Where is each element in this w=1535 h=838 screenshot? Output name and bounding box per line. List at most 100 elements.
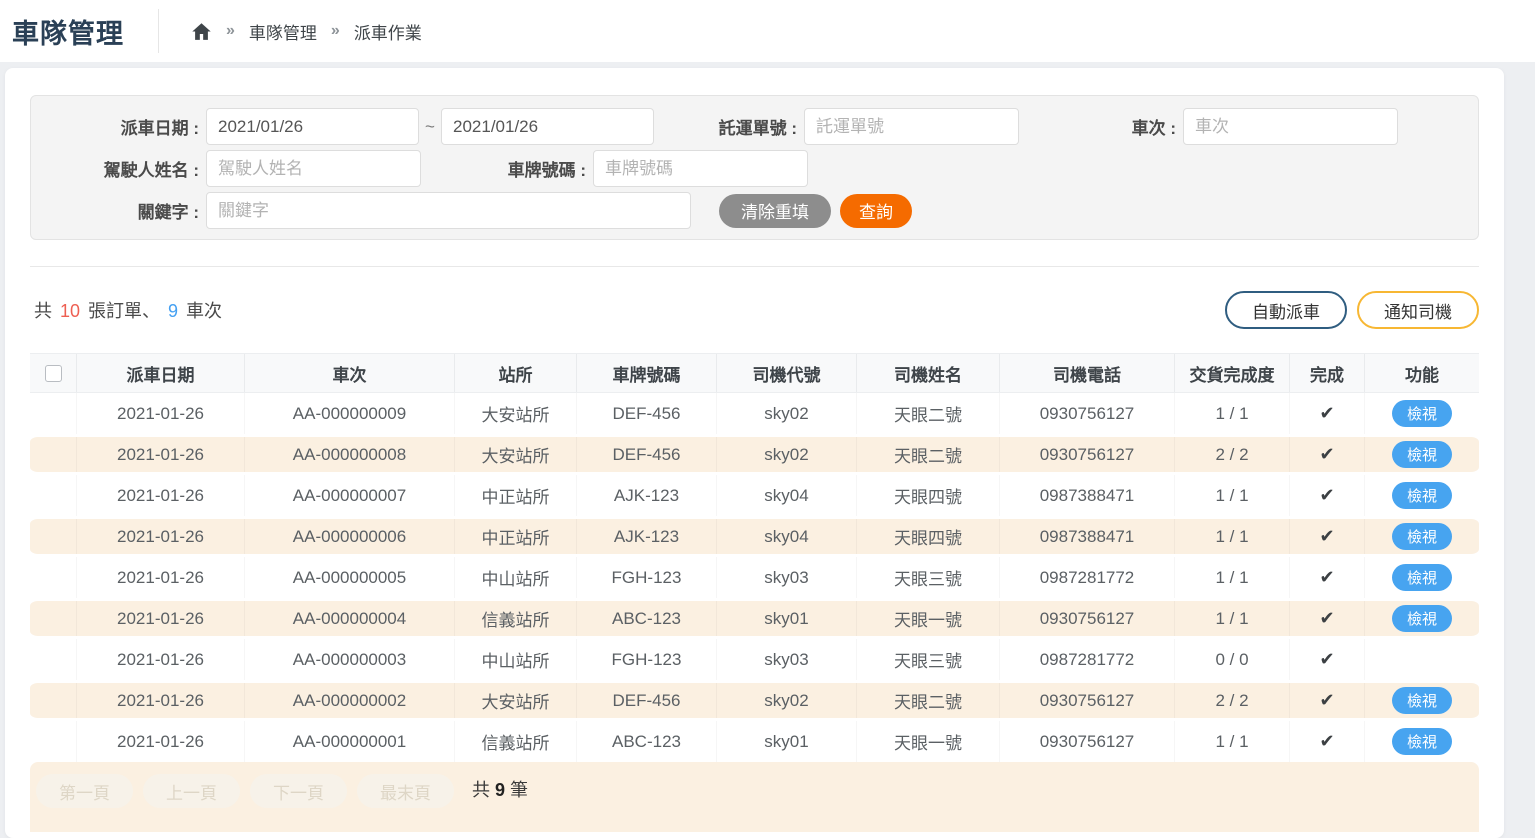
driver-code-cell: sky02	[717, 393, 857, 434]
trip-no-cell: AA-000000009	[245, 393, 455, 434]
header-plate-no: 車牌號碼	[577, 354, 717, 392]
trip-no-cell: AA-000000001	[245, 721, 455, 762]
dispatch-date-cell: 2021-01-26	[77, 393, 245, 434]
prev-page-button[interactable]: 上一頁	[143, 774, 240, 808]
table-row: 2021-01-26 AA-000000008 大安站所 DEF-456 sky…	[30, 434, 1479, 475]
check-icon: ✔	[1319, 649, 1334, 670]
notify-driver-button[interactable]: 通知司機	[1357, 291, 1479, 329]
view-button[interactable]: 檢視	[1392, 564, 1452, 591]
completion-cell: 2 / 2	[1175, 683, 1290, 718]
date-range-tilde: ~	[419, 117, 441, 137]
row-select-cell	[30, 475, 77, 516]
table-row: 2021-01-26 AA-000000006 中正站所 AJK-123 sky…	[30, 516, 1479, 557]
table-row: 2021-01-26 AA-000000005 中山站所 FGH-123 sky…	[30, 557, 1479, 598]
driver-code-cell: sky02	[717, 683, 857, 718]
dispatch-date-cell: 2021-01-26	[77, 557, 245, 598]
header-dispatch-date: 派車日期	[77, 354, 245, 392]
page-title: 車隊管理	[12, 12, 124, 51]
view-button[interactable]: 檢視	[1392, 605, 1452, 632]
driver-phone-cell: 0930756127	[1000, 683, 1175, 718]
breadcrumb-item-fleet[interactable]: 車隊管理	[249, 19, 317, 44]
driver-phone-cell: 0930756127	[1000, 393, 1175, 434]
driver-name-cell: 天眼二號	[857, 393, 1000, 434]
row-select-cell	[30, 601, 77, 636]
done-cell: ✔	[1290, 639, 1365, 680]
breadcrumb-item-dispatch: 派車作業	[354, 19, 422, 44]
plate-no-input[interactable]	[593, 150, 808, 187]
keyword-input[interactable]	[206, 192, 691, 229]
clear-button[interactable]: 清除重填	[719, 194, 831, 228]
dispatch-date-cell: 2021-01-26	[77, 601, 245, 636]
driver-name-input[interactable]	[206, 150, 421, 187]
trip-no-cell: AA-000000002	[245, 683, 455, 718]
header-driver-phone: 司機電話	[1000, 354, 1175, 392]
completion-cell: 0 / 0	[1175, 639, 1290, 680]
view-button[interactable]: 檢視	[1392, 728, 1452, 755]
completion-cell: 2 / 2	[1175, 437, 1290, 472]
station-cell: 中山站所	[455, 639, 577, 680]
view-button[interactable]: 檢視	[1392, 400, 1452, 427]
table-row: 2021-01-26 AA-000000003 中山站所 FGH-123 sky…	[30, 639, 1479, 680]
dispatch-date-from-input[interactable]	[206, 108, 419, 145]
action-cell: 檢視	[1365, 639, 1479, 680]
driver-name-cell: 天眼四號	[857, 519, 1000, 554]
table-row: 2021-01-26 AA-000000004 信義站所 ABC-123 sky…	[30, 598, 1479, 639]
driver-phone-cell: 0987388471	[1000, 475, 1175, 516]
dispatch-date-cell: 2021-01-26	[77, 683, 245, 718]
header-station: 站所	[455, 354, 577, 392]
done-cell: ✔	[1290, 683, 1365, 718]
check-icon: ✔	[1319, 731, 1334, 752]
row-select-cell	[30, 437, 77, 472]
done-cell: ✔	[1290, 393, 1365, 434]
done-cell: ✔	[1290, 437, 1365, 472]
driver-phone-cell: 0987388471	[1000, 519, 1175, 554]
pagination: 第一頁 上一頁 下一頁 最末頁 共9筆	[30, 762, 1479, 832]
dispatch-date-to-input[interactable]	[441, 108, 654, 145]
dispatch-date-cell: 2021-01-26	[77, 475, 245, 516]
row-select-cell	[30, 639, 77, 680]
plate-no-cell: DEF-456	[577, 437, 717, 472]
station-cell: 中山站所	[455, 557, 577, 598]
view-button[interactable]: 檢視	[1392, 482, 1452, 509]
view-button[interactable]: 檢視	[1392, 687, 1452, 714]
view-button[interactable]: 檢視	[1392, 441, 1452, 468]
auto-dispatch-button[interactable]: 自動派車	[1225, 291, 1347, 329]
search-button[interactable]: 查詢	[840, 194, 912, 228]
trip-no-input[interactable]	[1183, 108, 1398, 145]
row-select-cell	[30, 683, 77, 718]
main-card: 派車日期 : ~ 託運單號 : 車次 : 駕駛人姓名 : 車牌號碼 : 關鍵字 …	[5, 68, 1504, 838]
done-cell: ✔	[1290, 557, 1365, 598]
header-driver-name: 司機姓名	[857, 354, 1000, 392]
next-page-button[interactable]: 下一頁	[250, 774, 347, 808]
record-count: 9	[495, 780, 505, 800]
section-divider	[30, 266, 1479, 267]
first-page-button[interactable]: 第一頁	[36, 774, 133, 808]
station-cell: 中正站所	[455, 519, 577, 554]
action-cell: 檢視	[1365, 683, 1479, 718]
dispatch-date-cell: 2021-01-26	[77, 519, 245, 554]
driver-phone-cell: 0930756127	[1000, 721, 1175, 762]
trip-no-cell: AA-000000008	[245, 437, 455, 472]
last-page-button[interactable]: 最末頁	[357, 774, 454, 808]
dispatch-date-cell: 2021-01-26	[77, 721, 245, 762]
station-cell: 信義站所	[455, 721, 577, 762]
header-done: 完成	[1290, 354, 1365, 392]
driver-phone-cell: 0987281772	[1000, 557, 1175, 598]
station-cell: 中正站所	[455, 475, 577, 516]
driver-code-cell: sky03	[717, 639, 857, 680]
plate-no-cell: FGH-123	[577, 639, 717, 680]
action-cell: 檢視	[1365, 475, 1479, 516]
driver-phone-cell: 0930756127	[1000, 437, 1175, 472]
station-cell: 大安站所	[455, 683, 577, 718]
select-all-checkbox[interactable]	[45, 365, 62, 382]
action-cell: 檢視	[1365, 557, 1479, 598]
plate-no-cell: DEF-456	[577, 683, 717, 718]
completion-cell: 1 / 1	[1175, 475, 1290, 516]
trip-no-cell: AA-000000007	[245, 475, 455, 516]
consignment-no-input[interactable]	[804, 108, 1019, 145]
trip-count: 9	[168, 301, 178, 321]
done-cell: ✔	[1290, 519, 1365, 554]
home-icon[interactable]	[191, 21, 212, 42]
view-button[interactable]: 檢視	[1392, 523, 1452, 550]
dispatch-table: 派車日期 車次 站所 車牌號碼 司機代號 司機姓名 司機電話 交貨完成度 完成 …	[30, 353, 1479, 832]
